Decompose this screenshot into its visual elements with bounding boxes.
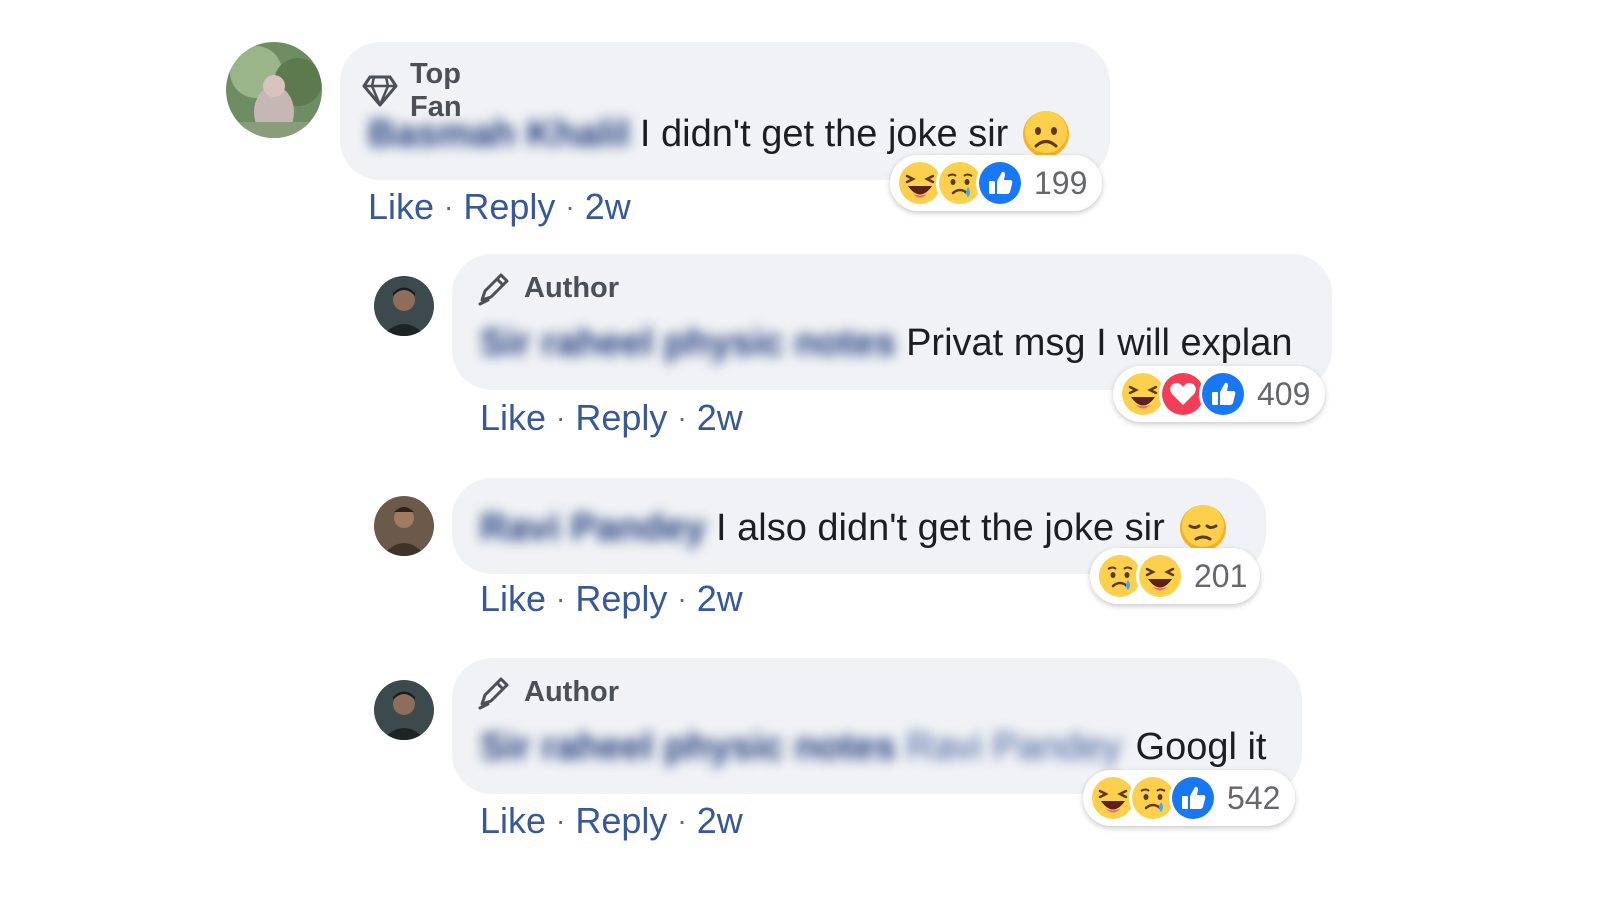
reaction-summary[interactable]: 409: [1113, 366, 1325, 422]
comment-body: Ravi Pandey I also didn't get the joke s…: [480, 504, 1227, 552]
like-reaction-icon: [976, 159, 1024, 207]
separator: ·: [677, 402, 687, 433]
reaction-icons: [896, 159, 1024, 207]
comment-text: I didn't get the joke sir: [639, 112, 1009, 155]
separator: ·: [565, 191, 575, 222]
reply-link[interactable]: Reply: [575, 397, 667, 439]
timestamp-link[interactable]: 2w: [697, 397, 743, 439]
author-badge: Author: [476, 270, 619, 306]
avatar[interactable]: [374, 276, 434, 336]
reply-link[interactable]: Reply: [575, 800, 667, 842]
comment-body: Sir raheel physic notes Ravi Pandey Goog…: [480, 726, 1267, 769]
avatar[interactable]: [226, 42, 322, 138]
comment-actions: Like · Reply · 2w: [480, 800, 743, 842]
comment-body: Sir raheel physic notes Privat msg I wil…: [480, 322, 1293, 365]
reaction-count: 409: [1257, 375, 1311, 412]
separator: ·: [677, 583, 687, 614]
like-reaction-icon: [1199, 370, 1247, 418]
timestamp-link[interactable]: 2w: [697, 800, 743, 842]
like-link[interactable]: Like: [368, 186, 434, 228]
separator: ·: [444, 191, 454, 222]
reaction-icons: [1096, 552, 1184, 600]
badge-label: Author: [524, 271, 620, 304]
comment-thread: Top Fan Basmah Khalil I didn't get the j…: [0, 0, 1600, 900]
badge-label: Author: [524, 675, 620, 708]
comment-text: I also didn't get the joke sir: [716, 506, 1165, 549]
separator: ·: [556, 402, 566, 433]
reply-link[interactable]: Reply: [575, 578, 667, 620]
like-reaction-icon: [1169, 774, 1217, 822]
author-name[interactable]: Sir raheel physic notes: [480, 726, 896, 769]
reaction-summary[interactable]: 199: [890, 155, 1102, 211]
reaction-summary[interactable]: 542: [1083, 770, 1295, 826]
pencil-icon: [476, 270, 512, 306]
reply-link[interactable]: Reply: [463, 186, 555, 228]
like-link[interactable]: Like: [480, 397, 546, 439]
author-name[interactable]: Sir raheel physic notes: [480, 322, 896, 365]
reaction-icons: [1089, 774, 1217, 822]
avatar[interactable]: [374, 496, 434, 556]
timestamp-link[interactable]: 2w: [585, 186, 631, 228]
comment-actions: Like · Reply · 2w: [480, 578, 743, 620]
haha-reaction-icon: [1136, 552, 1184, 600]
comment-actions: Like · Reply · 2w: [368, 186, 631, 228]
reaction-count: 199: [1034, 164, 1088, 201]
pencil-icon: [476, 674, 512, 710]
reaction-summary[interactable]: 201: [1090, 548, 1260, 604]
reaction-count: 542: [1227, 779, 1281, 816]
tagged-user[interactable]: Ravi Pandey: [906, 726, 1121, 769]
diamond-icon: [362, 74, 398, 108]
comment-actions: Like · Reply · 2w: [480, 397, 743, 439]
reaction-count: 201: [1194, 557, 1248, 594]
avatar[interactable]: [374, 680, 434, 740]
pensive-face-emoji: [1179, 504, 1227, 552]
comment-text: Googl it: [1135, 726, 1267, 768]
separator: ·: [677, 805, 687, 836]
separator: ·: [556, 805, 566, 836]
like-link[interactable]: Like: [480, 800, 546, 842]
reaction-icons: [1119, 370, 1247, 418]
like-link[interactable]: Like: [480, 578, 546, 620]
timestamp-link[interactable]: 2w: [697, 578, 743, 620]
comment-text: Privat msg I will explan: [906, 322, 1293, 364]
frowning-face-emoji: [1022, 110, 1070, 158]
comment-body: Basmah Khalil I didn't get the joke sir: [368, 110, 1070, 158]
separator: ·: [556, 583, 566, 614]
author-name[interactable]: Ravi Pandey: [480, 507, 706, 550]
author-badge: Author: [476, 674, 619, 710]
author-name[interactable]: Basmah Khalil: [368, 113, 630, 156]
